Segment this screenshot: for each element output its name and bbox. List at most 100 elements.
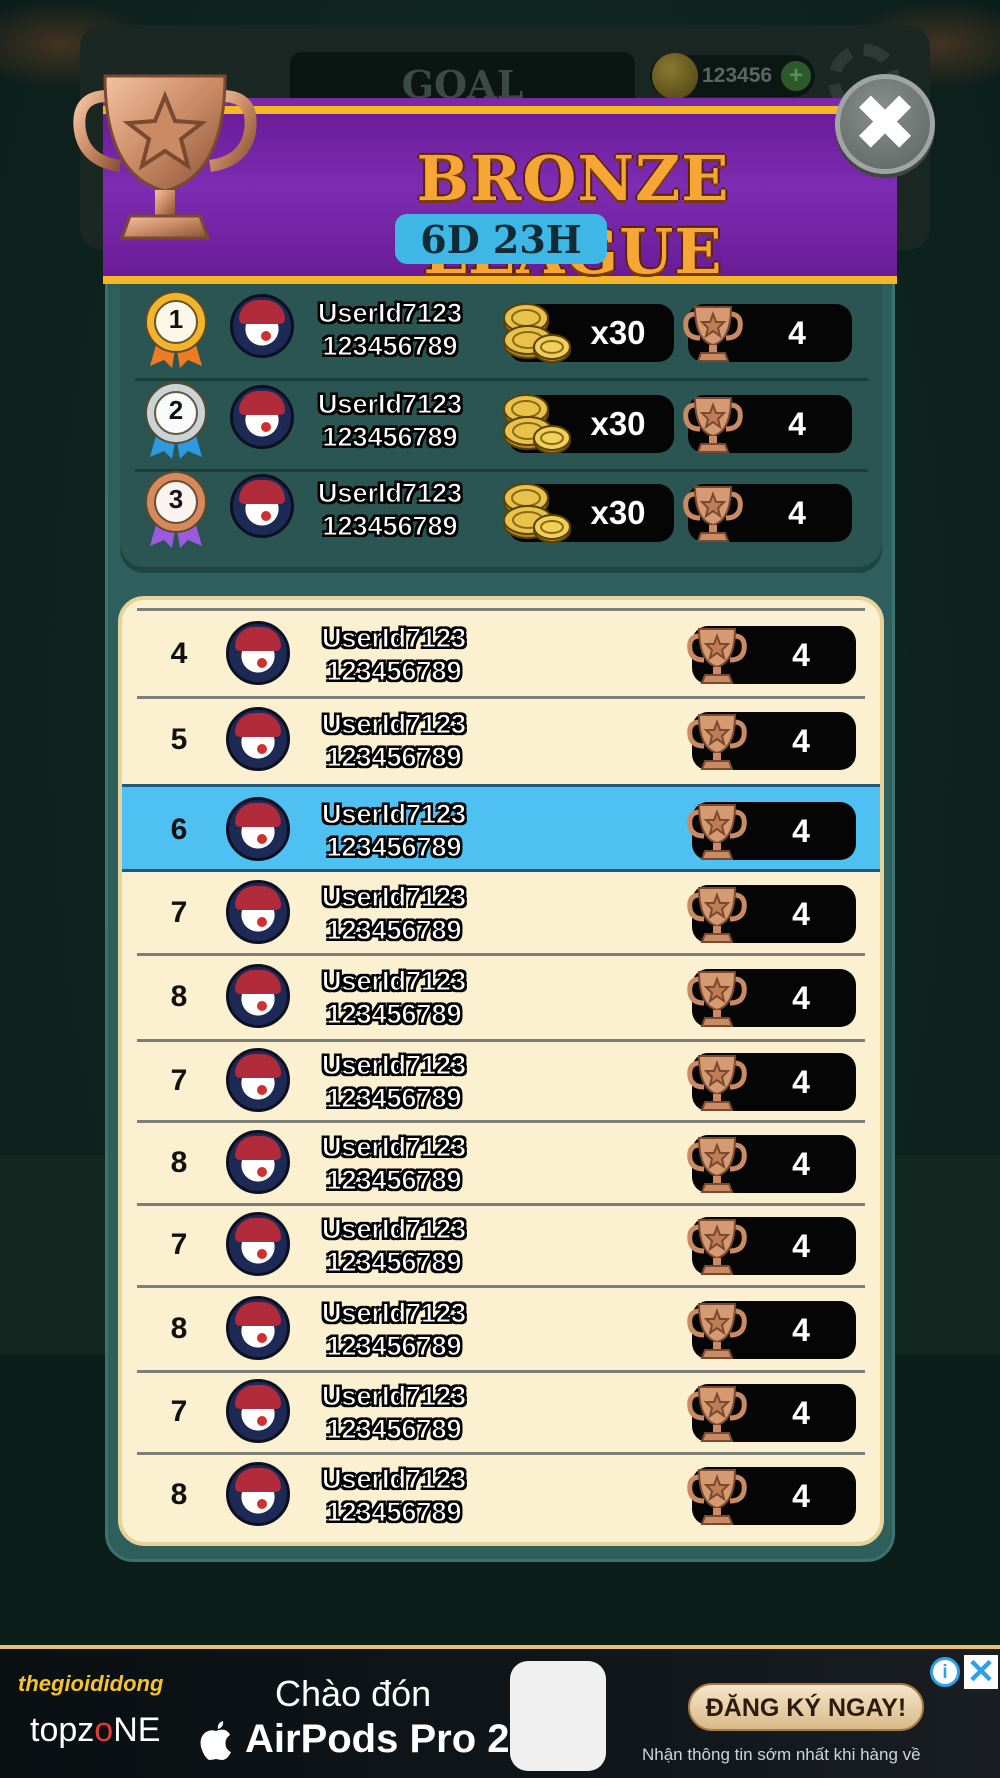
user-avatar[interactable]	[226, 621, 290, 685]
user-id-label: UserId7123	[317, 389, 463, 420]
user-avatar[interactable]	[230, 294, 294, 358]
user-id-label: UserId7123	[321, 1214, 467, 1245]
rank-number: 7	[170, 1395, 188, 1428]
user-id-label: UserId7123	[317, 298, 463, 329]
rank-number: 3	[168, 484, 184, 514]
user-name: UserId7123 123456789	[309, 1463, 479, 1529]
add-coins-button[interactable]: +	[781, 61, 811, 91]
user-name: UserId7123 123456789	[309, 1213, 479, 1279]
user-avatar[interactable]	[226, 1212, 290, 1276]
trophy-icon	[687, 1386, 747, 1442]
user-name: UserId7123 123456789	[309, 881, 479, 947]
user-number: 123456789	[326, 742, 462, 773]
rank-number: 5	[170, 723, 188, 756]
trophy-icon	[687, 886, 747, 943]
trophy-count-pill: 4	[687, 1134, 856, 1193]
user-avatar[interactable]	[226, 707, 290, 771]
coin-reward-value: x30	[590, 494, 646, 531]
user-id-label: UserId7123	[317, 478, 463, 509]
user-avatar[interactable]	[226, 1129, 290, 1194]
user-name: UserId7123 123456789	[309, 1049, 479, 1115]
coin-balance-value: 123456	[702, 64, 773, 87]
trophy-count-pill: 4	[687, 712, 856, 770]
user-number: 123456789	[326, 914, 462, 945]
rank-number: 7	[170, 1063, 188, 1097]
rank-number: 2	[168, 395, 184, 425]
trophy-count-pill: 4	[687, 802, 856, 860]
user-avatar[interactable]	[230, 474, 294, 538]
list-row[interactable]: 7 UserId7123 123456789 4	[122, 1205, 880, 1287]
ad-info-icon[interactable]: i	[930, 1657, 960, 1687]
list-row[interactable]: 7 UserId7123 123456789 4	[122, 872, 880, 955]
user-avatar[interactable]	[226, 1379, 290, 1443]
list-row[interactable]: 7 UserId7123 123456789 4	[122, 1041, 880, 1122]
trophy-count: 4	[788, 406, 806, 442]
trophy-count-pill: 4	[687, 1052, 856, 1111]
trophy-count: 4	[792, 637, 810, 673]
rank-number: 8	[170, 980, 188, 1013]
ad-brand-logo: thegioididong	[18, 1671, 164, 1696]
rank-number: 1	[168, 304, 184, 334]
coin-reward-value: x30	[590, 405, 646, 442]
coin-reward-pill: x30	[503, 303, 674, 363]
ad-topzone-logo: topzoNE	[30, 1711, 160, 1750]
coin-balance-chip: 123456 +	[650, 53, 815, 99]
user-avatar[interactable]	[226, 879, 290, 944]
trophy-count: 4	[788, 495, 806, 531]
user-id-label: UserId7123	[321, 1049, 467, 1080]
user-id-label: UserId7123	[321, 1381, 467, 1412]
trophy-icon	[687, 1054, 747, 1111]
trophy-count: 4	[792, 895, 810, 932]
trophy-icon	[683, 486, 743, 542]
user-name: UserId7123 123456789	[305, 388, 475, 454]
trophy-count-pill: 4	[683, 395, 852, 453]
user-avatar[interactable]	[226, 1295, 290, 1360]
trophy-count: 4	[792, 1395, 810, 1431]
user-name: UserId7123 123456789	[309, 708, 479, 774]
user-name: UserId7123 123456789	[309, 965, 479, 1031]
user-id-label: UserId7123	[321, 799, 467, 830]
user-number: 123456789	[326, 832, 462, 863]
user-avatar[interactable]	[226, 964, 290, 1028]
user-name: UserId7123 123456789	[309, 1297, 479, 1363]
list-row[interactable]: 8 UserId7123 123456789 4	[122, 1287, 880, 1372]
rank-number: 8	[170, 1478, 188, 1511]
user-avatar[interactable]	[226, 1462, 290, 1526]
list-row[interactable]: 5 UserId7123 123456789 4	[122, 698, 880, 784]
user-id-label: UserId7123	[321, 881, 467, 912]
close-button[interactable]: ✖	[835, 74, 935, 174]
ad-topzone-text: NE	[113, 1711, 161, 1749]
user-avatar[interactable]	[226, 1047, 290, 1112]
ad-banner[interactable]: thegioididong topzoNE Chào đón AirPods P…	[0, 1645, 1000, 1778]
ad-topzone-text: topz	[30, 1711, 95, 1749]
bronze-trophy-icon	[73, 74, 257, 240]
list-row-current-user[interactable]: 6 UserId7123 123456789 4	[122, 784, 880, 872]
list-row[interactable]: 4 UserId7123 123456789 4	[122, 612, 880, 698]
list-row[interactable]: 7 UserId7123 123456789 4	[122, 1372, 880, 1454]
trophy-count-pill: 4	[687, 1467, 856, 1525]
league-time-remaining: 6D 23H	[395, 214, 607, 264]
user-name: UserId7123 123456789	[309, 798, 479, 864]
user-avatar[interactable]	[230, 385, 294, 449]
trophy-count-pill: 4	[687, 1217, 856, 1275]
trophy-count: 4	[792, 813, 810, 849]
user-number: 123456789	[326, 999, 462, 1030]
rank-number: 6	[170, 813, 188, 846]
user-avatar[interactable]	[226, 797, 290, 861]
leaderboard-list[interactable]: 4 UserId7123 123456789 4 5 UserId7123 12…	[118, 596, 884, 1546]
user-number: 123456789	[326, 1414, 462, 1445]
user-number: 123456789	[322, 511, 458, 542]
row-divider	[135, 378, 868, 381]
ad-signup-button[interactable]: ĐĂNG KÝ NGAY!	[688, 1683, 924, 1731]
list-row[interactable]: 8 UserId7123 123456789 4	[122, 1122, 880, 1205]
list-row[interactable]: 8 UserId7123 123456789 4	[122, 1454, 880, 1538]
user-id-label: UserId7123	[321, 623, 467, 654]
user-id-label: UserId7123	[321, 1464, 467, 1495]
trophy-icon	[687, 1136, 747, 1193]
ad-headline: Chào đón	[275, 1673, 432, 1714]
user-number: 123456789	[326, 1082, 462, 1113]
user-name: UserId7123 123456789	[305, 477, 475, 543]
ad-close-icon[interactable]: ✕	[964, 1655, 998, 1689]
trophy-count: 4	[792, 1228, 810, 1264]
list-row[interactable]: 8 UserId7123 123456789 4	[122, 955, 880, 1041]
